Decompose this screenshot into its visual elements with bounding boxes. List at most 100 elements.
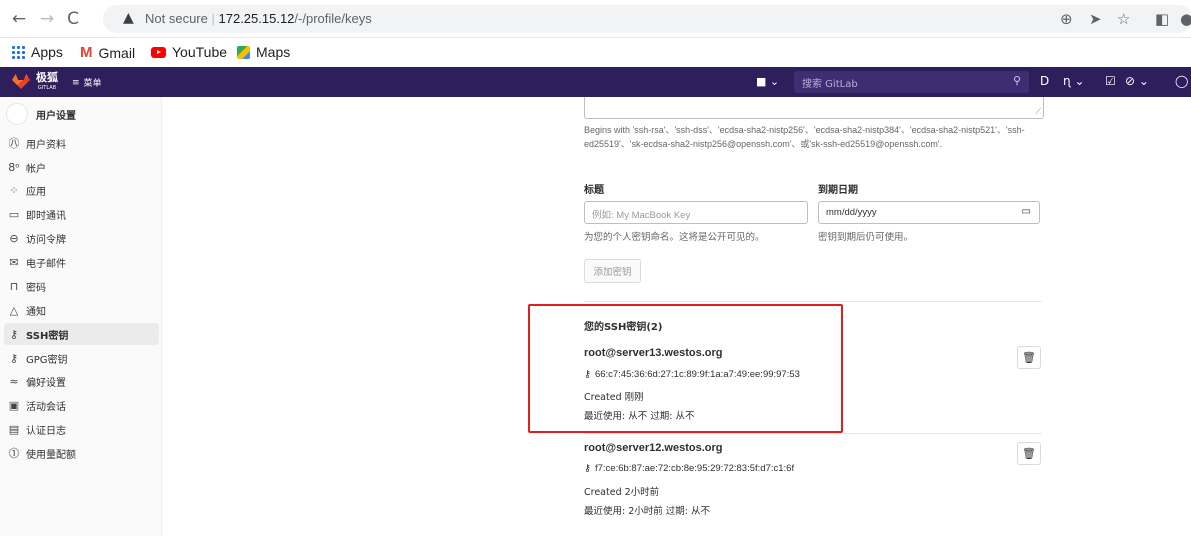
reload-icon[interactable]: C (62, 8, 84, 30)
menu-button[interactable]: ≡ 菜单 (72, 76, 102, 90)
expiry-help-text: 密钥到期后仍可使用。 (818, 232, 914, 243)
gitlab-logo-icon[interactable] (12, 74, 30, 89)
browser-toolbar: ← → C ▲ Not secure | 172.25.15.12/-/prof… (0, 0, 1191, 38)
sidebar-item-label: 应用 (26, 186, 46, 198)
sidebar-item-notifications[interactable]: △ 通知 (4, 299, 159, 321)
sidebar-item-applications[interactable]: ⁘ 应用 (4, 179, 159, 201)
sidebar-item-label: 访问令牌 (26, 234, 66, 246)
bookmark-maps[interactable]: Maps (237, 44, 290, 60)
gitlab-brand[interactable]: 极狐 GITLAB (36, 72, 58, 94)
security-warning-text: Not secure (145, 11, 208, 26)
url-path: /-/profile/keys (294, 11, 372, 26)
sidebar-item-access-tokens[interactable]: ⊖ 访问令牌 (4, 227, 159, 249)
sidebar-item-active-sessions[interactable]: ▣ 活动会话 (4, 394, 159, 416)
menu-label: 菜单 (83, 79, 102, 89)
bookmarks-bar: Apps M Gmail YouTube Maps (0, 38, 1191, 67)
log-icon: ▤ (8, 422, 20, 436)
back-arrow-icon[interactable]: ← (8, 8, 30, 30)
bookmark-apps[interactable]: Apps (12, 44, 63, 60)
star-icon[interactable]: ☆ (1117, 10, 1130, 28)
merge-requests-icon[interactable]: ɳ ⌄ (1063, 74, 1085, 88)
sidebar-item-ssh-keys[interactable]: ⚷ SSH密钥 (4, 323, 159, 345)
settings-sidebar: 用户设置 ㊇用户资料 8ᵒ 帐户 ⁘ 应用 ▭ 即时通讯 ⊖ 访问令牌 ✉ 电子邮件 ⊓ 密… (0, 97, 162, 536)
expiry-date-input[interactable]: mm/dd/yyyy ▭ (818, 201, 1040, 224)
key-help-text: Begins with 'ssh-rsa'、'ssh-dss'、'ecdsa-s… (584, 125, 1025, 149)
key-icon: ⚷ (584, 463, 591, 474)
sidebar-header[interactable]: 用户设置 (6, 103, 76, 125)
forward-arrow-icon[interactable]: → (36, 8, 58, 30)
sessions-icon: ▣ (8, 398, 20, 412)
bookmark-label: YouTube (172, 44, 228, 60)
apps-grid-icon (12, 45, 25, 59)
calendar-icon[interactable]: ▭ (1022, 206, 1031, 217)
key-divider (584, 433, 1042, 434)
sidebar-item-label: 用户资料 (26, 139, 66, 151)
help-icon[interactable]: ⊘ ⌄ (1125, 74, 1149, 88)
sidebar-item-auth-log[interactable]: ▤ 认证日志 (4, 418, 159, 440)
resize-handle-icon[interactable]: ⟋ (1035, 107, 1041, 117)
search-placeholder: 搜索 GitLab (802, 79, 858, 90)
new-dropdown-icon[interactable]: ■ ⌄ (756, 75, 779, 88)
sidebar-item-label: 偏好设置 (26, 377, 66, 389)
search-icon: ⚲ (1012, 74, 1021, 87)
tab-search-icon[interactable]: ◧ (1155, 10, 1169, 28)
key-icon: ⚷ (9, 351, 19, 365)
sidebar-item-gpg-keys[interactable]: ⚷ GPG密钥 (4, 347, 159, 369)
sidebar-item-label: 活动会话 (26, 401, 66, 413)
sidebar-item-profile[interactable]: ㊇用户资料 (4, 132, 159, 154)
sidebar-item-preferences[interactable]: ≈ 偏好设置 (4, 370, 159, 392)
avatar (6, 103, 28, 125)
key-name-link[interactable]: root@server12.westos.org (584, 442, 723, 454)
sidebar-title: 用户设置 (36, 110, 76, 122)
warning-icon[interactable]: ▲ (123, 10, 134, 26)
key-fingerprint: ⚷ f7:ce:6b:87:ae:72:cb:8e:95:29:72:83:5f… (584, 463, 794, 474)
add-key-button[interactable]: 添加密钥 (584, 259, 641, 283)
youtube-icon (151, 46, 166, 58)
key-usage: 最近使用: 2小时前 过期: 从不 (584, 506, 711, 517)
preferences-icon: ≈ (9, 374, 19, 388)
issues-icon[interactable]: D (1040, 74, 1049, 88)
bookmark-youtube[interactable]: YouTube (151, 44, 227, 60)
quota-icon: ⓵ (8, 447, 20, 460)
key-icon: ⚷ (9, 327, 19, 341)
bookmark-label: Apps (31, 44, 63, 60)
sidebar-item-chat[interactable]: ▭ 即时通讯 (4, 203, 159, 225)
account-icon: 8ᵒ (8, 160, 20, 174)
bookmark-label: Gmail (98, 44, 136, 61)
profile-icon[interactable]: ● (1180, 10, 1191, 28)
sidebar-item-label: 密码 (26, 282, 46, 294)
chat-icon: ▭ (8, 207, 20, 221)
sidebar-item-label: 使用量配额 (26, 449, 76, 461)
bell-icon: △ (9, 303, 19, 317)
sidebar-item-account[interactable]: 8ᵒ 帐户 (4, 156, 159, 178)
sidebar-item-label: SSH密钥 (26, 330, 69, 342)
title-placeholder: 例如: My MacBook Key (592, 210, 691, 221)
title-input[interactable]: 例如: My MacBook Key (584, 201, 808, 224)
ssh-key-textarea[interactable]: ⟋ (584, 97, 1044, 119)
annotation-highlight-box (528, 304, 843, 433)
search-input[interactable]: 搜索 GitLab ⚲ (794, 71, 1029, 93)
sidebar-item-label: 认证日志 (26, 425, 66, 437)
email-icon: ✉ (9, 255, 19, 269)
send-icon[interactable]: ➤ (1089, 10, 1102, 28)
todo-icon[interactable]: ☑ (1105, 74, 1116, 88)
delete-key-button[interactable]: 🗑 (1017, 346, 1041, 369)
hamburger-icon: ≡ (72, 77, 80, 88)
sidebar-item-emails[interactable]: ✉ 电子邮件 (4, 251, 159, 273)
section-divider (584, 301, 1042, 302)
maps-icon (237, 45, 250, 59)
url-text[interactable]: Not secure | 172.25.15.12/-/profile/keys (145, 11, 372, 26)
zoom-icon[interactable]: ⊕ (1060, 10, 1073, 28)
expiry-label: 到期日期 (818, 185, 858, 196)
user-avatar-icon[interactable]: ◯ (1175, 74, 1188, 88)
sidebar-item-usage-quotas[interactable]: ⓵ 使用量配额 (4, 442, 159, 464)
sidebar-item-label: GPG密钥 (26, 354, 68, 366)
fingerprint-text: f7:ce:6b:87:ae:72:cb:8e:95:29:72:83:5f:d… (594, 463, 795, 474)
sidebar-item-password[interactable]: ⊓ 密码 (4, 275, 159, 297)
main-content: ⟋ Begins with 'ssh-rsa'、'ssh-dss'、'ecdsa… (162, 97, 1191, 536)
brand-subtitle: GITLAB (37, 85, 57, 91)
bookmark-gmail[interactable]: M Gmail (80, 44, 135, 61)
trash-icon: 🗑 (1022, 447, 1036, 460)
delete-key-button[interactable]: 🗑 (1017, 442, 1041, 465)
url-host: 172.25.15.12 (218, 11, 295, 26)
